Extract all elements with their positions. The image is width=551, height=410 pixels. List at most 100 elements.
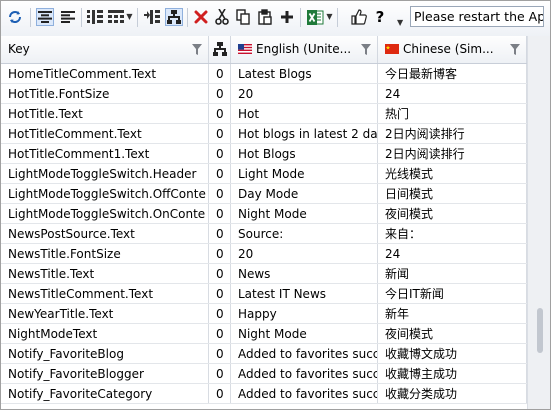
chinese-cell[interactable]: 夜间模式 xyxy=(378,204,527,223)
table-row[interactable]: HotTitleComment.Text 0 Hot blogs in latest… xyxy=(1,124,550,144)
level-cell[interactable]: 0 xyxy=(209,304,231,323)
english-cell[interactable]: Latest IT News xyxy=(231,284,378,303)
table-row[interactable]: NewYearTitle.Text 0 Happy 新年 xyxy=(1,304,550,324)
level-cell[interactable]: 0 xyxy=(209,104,231,123)
english-cell[interactable]: Latest Blogs xyxy=(231,64,378,83)
level-cell[interactable]: 0 xyxy=(209,244,231,263)
key-cell[interactable]: Notify_FavoriteBlogger xyxy=(1,364,209,383)
chinese-cell[interactable]: 今日最新博客 xyxy=(378,64,527,83)
english-cell[interactable]: Added to favorites succe xyxy=(231,364,378,383)
level-cell[interactable]: 0 xyxy=(209,64,231,83)
key-cell[interactable]: Notify_FavoriteBlog xyxy=(1,344,209,363)
chinese-cell[interactable]: 今日IT新闻 xyxy=(378,284,527,303)
level-cell[interactable]: 0 xyxy=(209,184,231,203)
key-cell[interactable]: HotTitle.FontSize xyxy=(1,84,209,103)
english-cell[interactable]: Added to favorites succe xyxy=(231,344,378,363)
table-row[interactable]: NewsPostSource.Text 0 Source: 来自： xyxy=(1,224,550,244)
english-cell[interactable]: Hot xyxy=(231,104,378,123)
key-cell[interactable]: NewsPostSource.Text xyxy=(1,224,209,243)
column-header-level[interactable] xyxy=(209,36,231,63)
key-cell[interactable]: NewsTitle.Text xyxy=(1,264,209,283)
key-cell[interactable]: LightModeToggleSwitch.Header xyxy=(1,164,209,183)
english-cell[interactable]: Source: xyxy=(231,224,378,243)
chinese-cell[interactable]: 日间模式 xyxy=(378,184,527,203)
export-dropdown-arrow[interactable]: ▼ xyxy=(326,11,333,23)
chinese-cell[interactable]: 新闻 xyxy=(378,264,527,283)
english-cell[interactable]: 20 xyxy=(231,244,378,263)
delete-icon[interactable] xyxy=(192,8,210,26)
filter-icon[interactable] xyxy=(361,44,371,55)
level-cell[interactable]: 0 xyxy=(209,364,231,383)
chinese-cell[interactable]: 来自： xyxy=(378,224,527,243)
chinese-cell[interactable]: 收藏博文成功 xyxy=(378,344,527,363)
chinese-cell[interactable]: 收藏博主成功 xyxy=(378,364,527,383)
english-cell[interactable]: Night Mode xyxy=(231,324,378,343)
level-cell[interactable]: 0 xyxy=(209,384,231,403)
level-cell[interactable]: 0 xyxy=(209,224,231,243)
key-cell[interactable]: HotTitleComment.Text xyxy=(1,124,209,143)
column-view-icon[interactable] xyxy=(86,8,104,26)
chinese-cell[interactable]: 2日内阅读排行 xyxy=(378,144,527,163)
table-row[interactable]: Notify_FavoriteCategory 0 Added to favorit… xyxy=(1,384,550,404)
hierarchy-icon[interactable] xyxy=(165,8,183,26)
table-row[interactable]: Notify_FavoriteBlog 0 Added to favorites s… xyxy=(1,344,550,364)
level-cell[interactable]: 0 xyxy=(209,324,231,343)
table-row[interactable]: NewsTitleComment.Text 0 Latest IT News 今日IT… xyxy=(1,284,550,304)
grid-columns-icon[interactable] xyxy=(107,8,125,26)
column-header-chinese[interactable]: Chinese (Sim... xyxy=(378,36,527,63)
level-cell[interactable]: 0 xyxy=(209,264,231,283)
key-cell[interactable]: NewsTitle.FontSize xyxy=(1,244,209,263)
level-cell[interactable]: 0 xyxy=(209,284,231,303)
level-cell[interactable]: 0 xyxy=(209,164,231,183)
english-cell[interactable]: Happy xyxy=(231,304,378,323)
chinese-cell[interactable]: 光线模式 xyxy=(378,164,527,183)
key-cell[interactable]: HotTitle.Text xyxy=(1,104,209,123)
table-row[interactable]: LightModeToggleSwitch.Header 0 Light Mode 光… xyxy=(1,164,550,184)
key-cell[interactable]: NewYearTitle.Text xyxy=(1,304,209,323)
table-row[interactable]: HotTitle.Text 0 Hot 热门 xyxy=(1,104,550,124)
table-row[interactable]: HomeTitleComment.Text 0 Latest Blogs 今日最新博客 xyxy=(1,64,550,84)
chinese-cell[interactable]: 夜间模式 xyxy=(378,324,527,343)
columns-dropdown-arrow[interactable]: ▼ xyxy=(126,11,133,23)
table-row[interactable]: HotTitle.FontSize 0 20 24 xyxy=(1,84,550,104)
vertical-scrollbar[interactable] xyxy=(527,36,550,409)
table-row[interactable]: HotTitleComment1.Text 0 Hot Blogs 2日内阅读排行 xyxy=(1,144,550,164)
english-cell[interactable]: Light Mode xyxy=(231,164,378,183)
key-cell[interactable]: NightModeText xyxy=(1,324,209,343)
english-cell[interactable]: Hot blogs in latest 2 day xyxy=(231,124,378,143)
overflow-arrow-icon[interactable]: ▼ xyxy=(397,19,405,27)
scrollbar-thumb[interactable] xyxy=(537,308,543,354)
level-cell[interactable]: 0 xyxy=(209,124,231,143)
english-cell[interactable]: Day Mode xyxy=(231,184,378,203)
filter-icon[interactable] xyxy=(510,44,520,55)
key-cell[interactable]: NewsTitleComment.Text xyxy=(1,284,209,303)
help-icon[interactable]: ? xyxy=(371,8,389,26)
english-cell[interactable]: Night Mode xyxy=(231,204,378,223)
thumbs-up-icon[interactable] xyxy=(350,8,368,26)
english-cell[interactable]: Hot Blogs xyxy=(231,144,378,163)
align-center-icon[interactable] xyxy=(36,8,54,26)
add-icon[interactable] xyxy=(278,8,296,26)
level-cell[interactable]: 0 xyxy=(209,84,231,103)
table-row[interactable]: LightModeToggleSwitch.OffConte 0 Day Mode 日… xyxy=(1,184,550,204)
table-row[interactable]: NewsTitle.FontSize 0 20 24 xyxy=(1,244,550,264)
copy-icon[interactable] xyxy=(234,8,252,26)
chinese-cell[interactable]: 收藏分类成功 xyxy=(378,384,527,403)
chinese-cell[interactable]: 热门 xyxy=(378,104,527,123)
column-header-english[interactable]: English (Unite... xyxy=(231,36,378,63)
chinese-cell[interactable]: 24 xyxy=(378,244,527,263)
table-row[interactable]: Notify_FavoriteBlogger 0 Added to favorite… xyxy=(1,364,550,384)
column-header-key[interactable]: Key xyxy=(1,36,209,63)
chinese-cell[interactable]: 2日内阅读排行 xyxy=(378,124,527,143)
key-cell[interactable]: LightModeToggleSwitch.OnConte xyxy=(1,204,209,223)
table-row[interactable]: LightModeToggleSwitch.OnConte 0 Night Mode… xyxy=(1,204,550,224)
level-cell[interactable]: 0 xyxy=(209,344,231,363)
level-cell[interactable]: 0 xyxy=(209,204,231,223)
paste-icon[interactable] xyxy=(256,8,274,26)
table-row[interactable]: NightModeText 0 Night Mode 夜间模式 xyxy=(1,324,550,344)
filter-icon[interactable] xyxy=(192,44,202,55)
english-cell[interactable]: Added to favorites succe xyxy=(231,384,378,403)
level-cell[interactable]: 0 xyxy=(209,144,231,163)
key-cell[interactable]: HotTitleComment1.Text xyxy=(1,144,209,163)
sync-icon[interactable] xyxy=(6,8,24,26)
